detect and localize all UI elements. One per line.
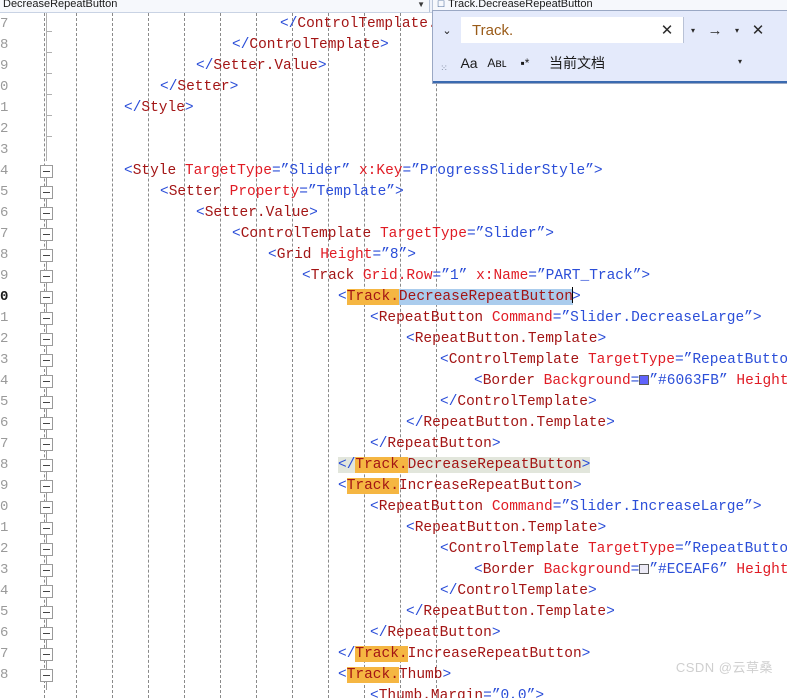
code-line[interactable] [0, 140, 787, 161]
code-line[interactable]: <ControlTemplate TargetType=”RepeatButto… [0, 350, 787, 371]
code-line[interactable]: <RepeatButton Command=”Slider.DecreaseLa… [0, 308, 787, 329]
find-row-primary: ⌄ ✕ ▾ → ▾ ✕ [433, 15, 787, 45]
code-line[interactable]: <Setter.Value> [0, 203, 787, 224]
member-dropdown[interactable]: DecreaseRepeatButton ▼ [0, 0, 430, 12]
chevron-down-icon: ▼ [417, 0, 425, 9]
code-line[interactable]: <Track.Thumb> [0, 665, 787, 686]
find-row-options: ⁙ Aa Aʙʟ ▪* 当前文档 ▾ [433, 49, 787, 77]
code-line[interactable]: </Track.IncreaseRepeatButton> [0, 644, 787, 665]
code-line[interactable]: <Track.DecreaseRepeatButton> [0, 287, 787, 308]
use-regex-icon[interactable]: ▪* [511, 51, 539, 75]
watermark-text: CSDN @云草桑 [675, 660, 773, 675]
drag-grip-icon[interactable]: ⁙ [433, 49, 455, 77]
search-history-dropdown-icon[interactable]: ▾ [684, 17, 702, 43]
find-replace-widget[interactable]: ⌄ ✕ ▾ → ▾ ✕ ⁙ Aa Aʙʟ ▪* 当前文档 ▾ [432, 10, 787, 84]
search-scope-dropdown-icon[interactable]: ▾ [738, 57, 742, 66]
code-line[interactable]: </Style> [0, 98, 787, 119]
code-line[interactable]: </RepeatButton.Template> [0, 602, 787, 623]
code-line[interactable]: </ControlTemplate> [0, 581, 787, 602]
code-line[interactable]: <RepeatButton Command=”Slider.IncreaseLa… [0, 497, 787, 518]
find-input-wrapper[interactable]: ✕ [461, 17, 683, 43]
code-line[interactable] [0, 119, 787, 140]
code-line[interactable]: <Grid Height=”8”> [0, 245, 787, 266]
find-next-options-dropdown-icon[interactable]: ▾ [728, 17, 746, 43]
code-text-area[interactable]: </ControlTemplate.T </ControlTemplate> </S… [0, 13, 787, 698]
search-scope-label: 当前文档 [549, 55, 605, 71]
search-input[interactable] [470, 19, 660, 41]
find-next-icon[interactable]: → [702, 17, 728, 43]
document-tab-label: Track.DecreaseRepeatButton [448, 0, 593, 10]
visual-studio-xaml-editor-window: DecreaseRepeatButton ▼ ☐ Track.DecreaseR… [0, 0, 787, 698]
find-widget-accent-underline [433, 81, 787, 83]
clear-search-icon[interactable]: ✕ [658, 21, 676, 39]
code-line[interactable]: </RepeatButton> [0, 623, 787, 644]
code-line[interactable]: <Track.IncreaseRepeatButton> [0, 476, 787, 497]
code-line[interactable]: <Border Background= ”#6063FB” Height [0, 371, 787, 392]
match-whole-word-icon[interactable]: Aʙʟ [483, 51, 511, 75]
code-line[interactable]: </RepeatButton.Template> [0, 413, 787, 434]
code-line[interactable]: </ControlTemplate> [0, 392, 787, 413]
code-line[interactable]: <Border Background= ”#ECEAF6” Height [0, 560, 787, 581]
code-line[interactable]: </Track.DecreaseRepeatButton> [0, 455, 787, 476]
expand-replace-chevron-icon[interactable]: ⌄ [433, 16, 461, 44]
code-line[interactable]: <RepeatButton.Template> [0, 518, 787, 539]
code-line[interactable]: <Track Grid.Row=”1” x:Name=”PART_Track”> [0, 266, 787, 287]
code-line[interactable]: <ControlTemplate TargetType=”RepeatButto… [0, 539, 787, 560]
code-line-partial[interactable]: <Thumb.Margin=”0,0”> [0, 686, 787, 698]
code-line[interactable]: <Style TargetType=”Slider” x:Key=”Progre… [0, 161, 787, 182]
code-line[interactable]: <RepeatButton.Template> [0, 329, 787, 350]
close-find-widget-icon[interactable]: ✕ [746, 17, 770, 43]
member-dropdown-label: DecreaseRepeatButton [3, 0, 118, 10]
code-line[interactable]: <ControlTemplate TargetType=”Slider”> [0, 224, 787, 245]
code-editor[interactable]: 78901234567890123456789012345678 </Contr… [0, 13, 787, 698]
code-line[interactable]: </RepeatButton> [0, 434, 787, 455]
xaml-file-icon: ☐ [437, 0, 446, 9]
match-case-icon[interactable]: Aa [455, 51, 483, 75]
code-line[interactable]: <Setter Property=”Template”> [0, 182, 787, 203]
